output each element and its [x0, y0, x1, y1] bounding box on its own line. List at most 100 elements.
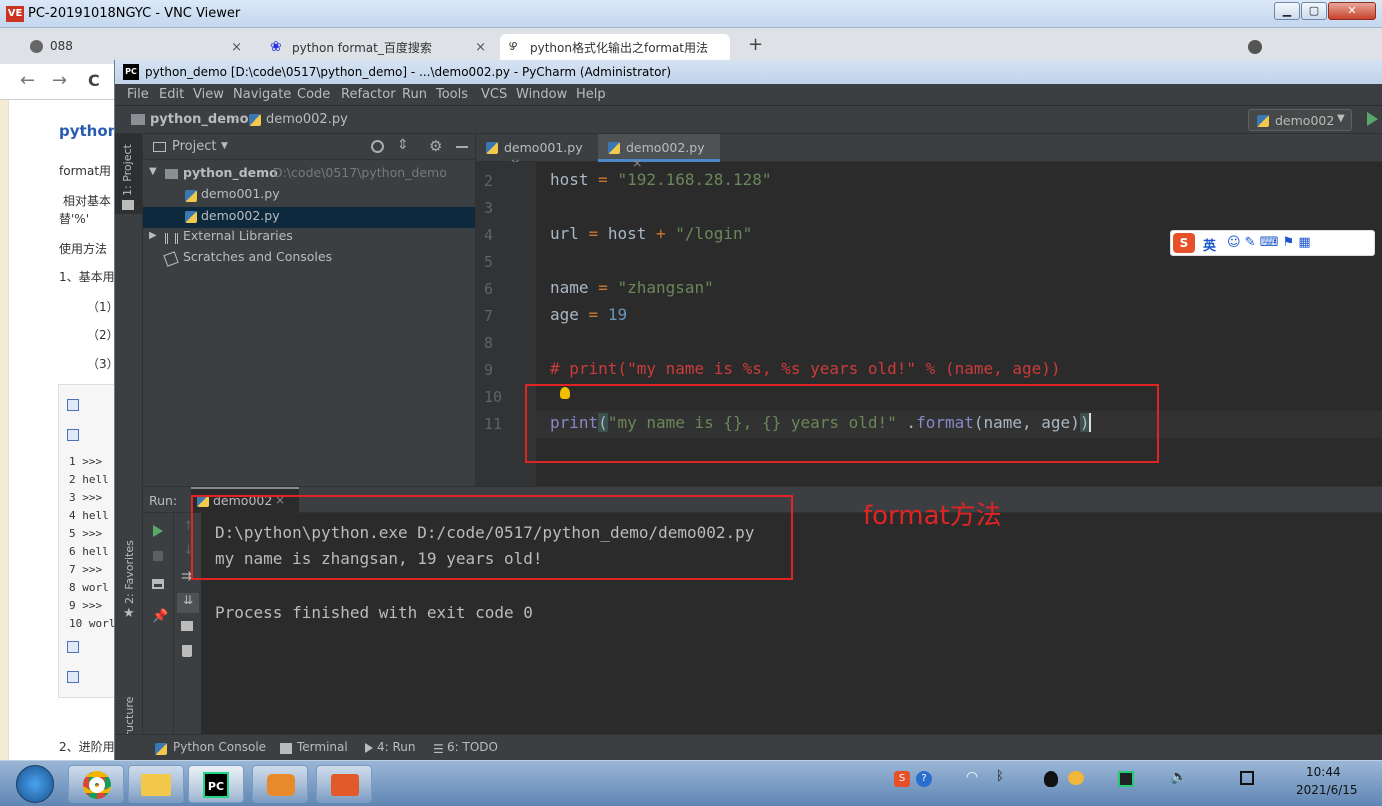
vnc-close-button[interactable]: ✕	[1328, 2, 1376, 20]
back-button[interactable]: ←	[20, 70, 35, 91]
pin-icon[interactable]: 📌	[152, 609, 168, 624]
breadcrumb-file[interactable]: demo002.py	[266, 112, 348, 127]
new-tab-button[interactable]: +	[748, 34, 763, 55]
taskbar-explorer[interactable]	[128, 765, 184, 803]
favorites-tool-tab[interactable]: 2: Favorites	[123, 540, 136, 604]
copy-icon[interactable]	[67, 429, 79, 441]
expanded-arrow-icon[interactable]: ▼	[149, 166, 157, 177]
pycharm-icon: PC	[203, 772, 229, 798]
project-view-dropdown[interactable]: Project	[172, 139, 216, 154]
output-highlight-box	[191, 495, 793, 580]
print-icon[interactable]	[181, 621, 193, 631]
help-icon[interactable]: ?	[916, 771, 932, 787]
editor-tab-demo002[interactable]: demo002.py ×	[598, 134, 720, 170]
menu-window[interactable]: Window	[516, 87, 567, 102]
forward-button[interactable]: →	[52, 70, 67, 91]
wifi-icon[interactable]: ◠	[966, 769, 978, 785]
close-tab-icon[interactable]: ×	[632, 155, 642, 170]
copy-icon[interactable]	[67, 671, 79, 683]
vnc-tray-icon[interactable]	[1118, 771, 1134, 787]
menu-run[interactable]: Run	[402, 87, 427, 102]
clock-time[interactable]: 10:44	[1306, 765, 1341, 779]
python-console-tab[interactable]: Python Console	[173, 740, 266, 754]
run-config-dropdown[interactable]: demo002 ▼	[1248, 109, 1352, 131]
tab-search-icon[interactable]	[1248, 40, 1262, 54]
bluetooth-icon[interactable]: ᛒ	[996, 769, 1004, 784]
vnc-minimize-button[interactable]: ▁	[1274, 2, 1300, 20]
sogou-tray-icon[interactable]: S	[894, 771, 910, 787]
run-tool-tab[interactable]: 4: Run	[377, 740, 416, 754]
trash-icon[interactable]	[182, 645, 192, 657]
volume-icon[interactable]: 🔈	[1170, 769, 1187, 785]
code-line: 7 >>>	[69, 563, 103, 576]
gear-icon[interactable]: ⚙	[429, 137, 442, 155]
line-number: 9	[484, 361, 494, 379]
article-paragraph: 替'%'	[59, 212, 90, 226]
code-line: 4 hell	[69, 509, 109, 522]
rerun-icon[interactable]	[153, 525, 163, 537]
tree-external-libraries[interactable]: External Libraries	[183, 228, 293, 243]
hide-panel-icon[interactable]	[456, 146, 468, 148]
todo-tab[interactable]: 6: TODO	[447, 740, 498, 754]
network-icon[interactable]	[1240, 771, 1254, 785]
taskbar-app[interactable]	[316, 765, 372, 803]
tree-file-demo001[interactable]: demo001.py	[201, 186, 280, 201]
terminal-tab[interactable]: Terminal	[297, 740, 348, 754]
tree-selected-row[interactable]: demo002.py	[143, 207, 475, 228]
line-number: 10	[484, 388, 503, 406]
start-button[interactable]	[16, 765, 54, 803]
bottom-tool-bar: Python Console Terminal 4: Run ☰ 6: TODO	[115, 734, 1382, 760]
python-file-icon	[1257, 115, 1269, 127]
layout-icon[interactable]	[152, 579, 164, 589]
run-button[interactable]	[1367, 112, 1378, 126]
menu-file[interactable]: File	[127, 87, 149, 102]
menu-code[interactable]: Code	[297, 87, 330, 102]
weather-icon[interactable]	[1068, 771, 1084, 785]
line-number: 2	[484, 172, 494, 190]
menu-view[interactable]: View	[193, 87, 224, 102]
code-line: 5 >>>	[69, 527, 103, 540]
vnc-maximize-button[interactable]: ▢	[1301, 2, 1327, 20]
chevron-down-icon[interactable]: ▼	[221, 141, 228, 151]
code-line: 9 >>>	[69, 599, 103, 612]
menu-help[interactable]: Help	[576, 87, 606, 102]
close-tab-icon[interactable]: ×	[231, 40, 242, 55]
ime-toolbar[interactable]: S 英 ☺ ✎ ⌨ ⚑ ▦	[1170, 230, 1375, 256]
collapsed-arrow-icon[interactable]: ▶	[149, 230, 157, 241]
locate-icon[interactable]	[371, 140, 384, 153]
close-tab-icon[interactable]: ×	[475, 40, 486, 55]
article-paragraph: 2、进阶用	[59, 740, 114, 754]
pycharm-window-title: python_demo [D:\code\0517\python_demo] -…	[145, 65, 672, 79]
reload-button[interactable]: C	[88, 71, 100, 90]
menu-edit[interactable]: Edit	[159, 87, 184, 102]
ime-tools-icon[interactable]: ☺ ✎ ⌨ ⚑ ▦	[1227, 235, 1311, 250]
project-tool-tab[interactable]: 1: Project	[115, 134, 142, 214]
taskbar-pycharm[interactable]: PC	[188, 765, 244, 803]
list-item: （3）	[87, 357, 114, 371]
menu-refactor[interactable]: Refactor	[341, 87, 396, 102]
folder-icon	[122, 200, 134, 210]
scratches-icon	[163, 251, 179, 267]
collapse-icon[interactable]: ⇕	[397, 137, 409, 153]
menu-tools[interactable]: Tools	[436, 87, 468, 102]
ime-language[interactable]: 英	[1203, 235, 1216, 254]
scroll-to-end-icon[interactable]: ⇊	[177, 593, 199, 613]
copy-icon[interactable]	[67, 641, 79, 653]
clock-date[interactable]: 2021/6/15	[1296, 783, 1358, 797]
taskbar-chrome[interactable]	[68, 765, 124, 803]
folder-icon	[131, 114, 145, 125]
copy-icon[interactable]	[67, 399, 79, 411]
windows-taskbar: PC S ? ◠ ᛒ 🔈 10:44 2021/6/15	[0, 760, 1382, 806]
tree-scratches[interactable]: Scratches and Consoles	[183, 249, 332, 264]
qq-icon[interactable]	[1044, 771, 1058, 787]
taskbar-briefcase[interactable]	[252, 765, 308, 803]
editor-tab-demo001[interactable]: demo001.py ×	[476, 134, 594, 170]
vnc-logo-icon: VE	[6, 6, 24, 22]
terminal-icon	[280, 743, 292, 754]
code-line: url = host + "/login"	[550, 224, 753, 243]
stop-icon[interactable]	[153, 551, 163, 561]
site-logo-icon: ഴ	[508, 38, 517, 54]
menu-vcs[interactable]: VCS	[481, 87, 507, 102]
menu-navigate[interactable]: Navigate	[233, 87, 291, 102]
tree-root-project[interactable]: python_demo	[183, 165, 278, 180]
